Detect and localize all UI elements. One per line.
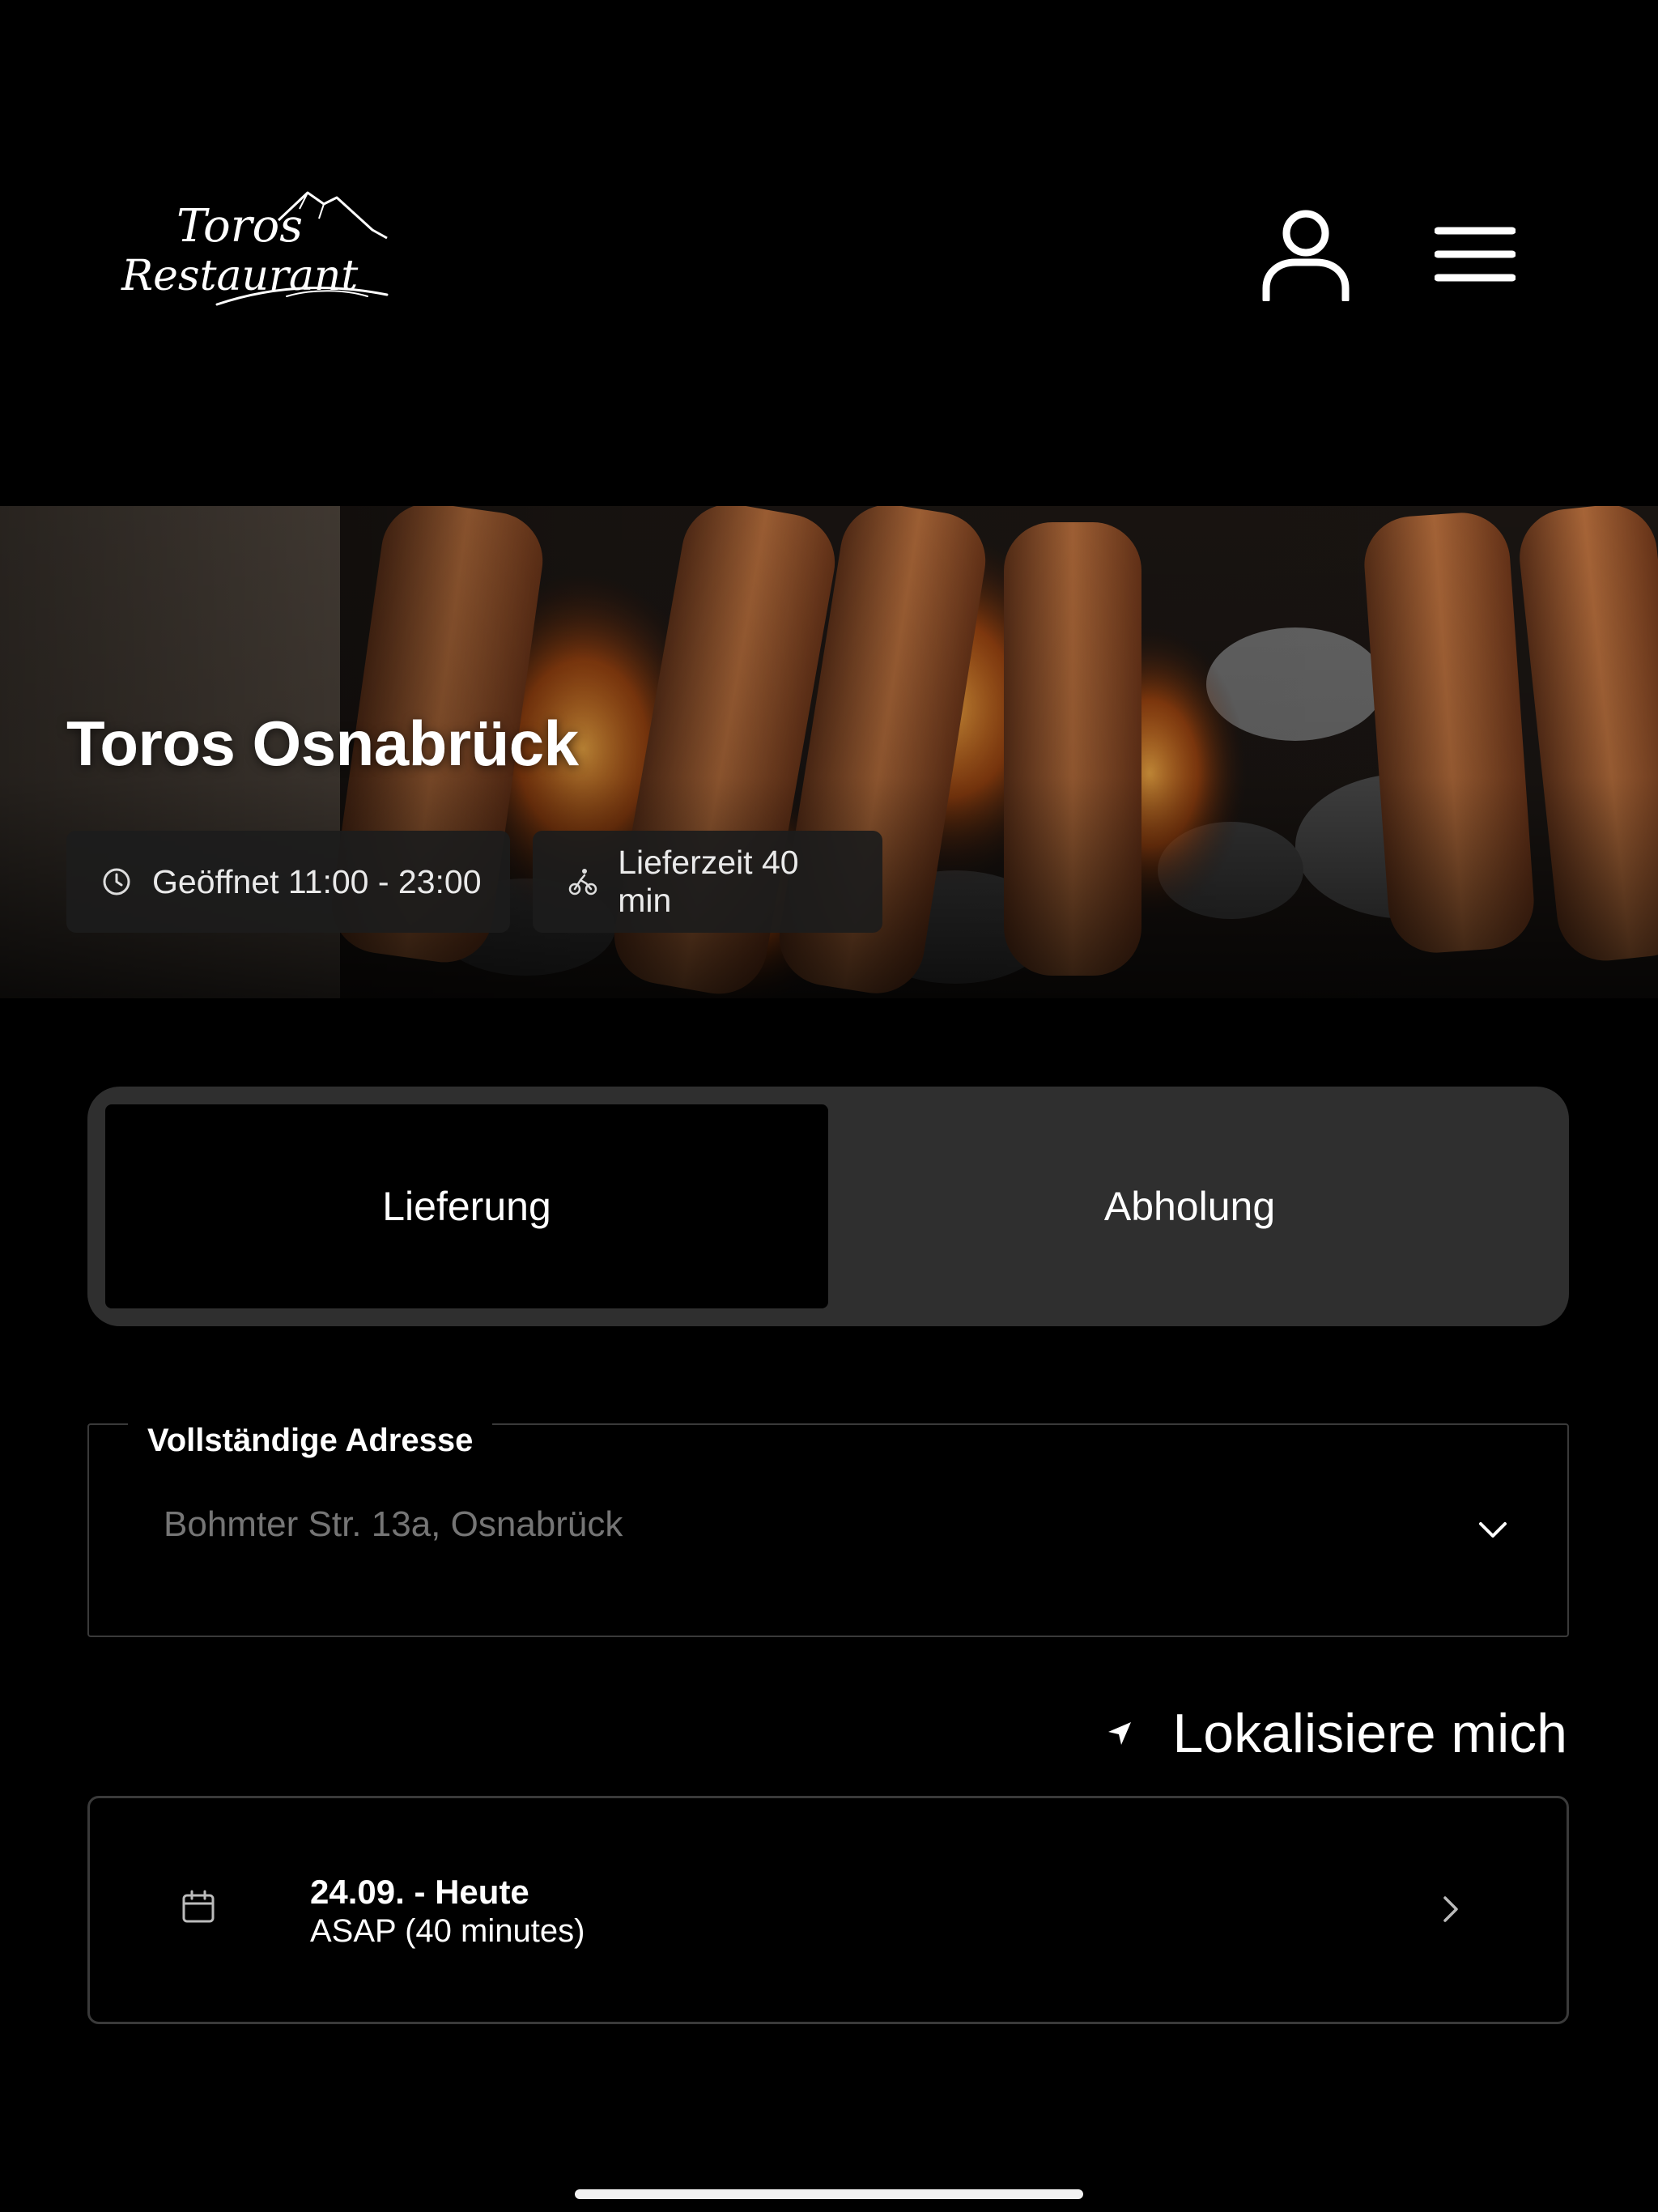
locate-me-label: Lokalisiere mich [1172,1703,1567,1764]
logo-line2: Restaurant [121,252,358,300]
address-label: Vollständige Adresse [128,1417,493,1464]
chevron-down-icon[interactable] [1469,1506,1517,1555]
pickup-option[interactable]: Abholung [828,1104,1551,1308]
delivery-time-text: Lieferzeit 40 min [618,844,799,919]
chevron-right-icon [1431,1889,1471,1929]
opening-hours-chip: Geöffnet 11:00 - 23:00 [66,831,510,933]
restaurant-title: Toros Osnabrück [66,708,579,779]
bicycle-courier-icon [567,866,598,898]
account-button[interactable] [1255,204,1357,306]
menu-button[interactable] [1430,219,1520,290]
delivery-option[interactable]: Lieferung [105,1104,828,1308]
logo-line1: Toros [176,200,303,253]
locate-me-button[interactable]: Lokalisiere mich [1099,1697,1567,1770]
opening-hours-text: Geöffnet 11:00 - 23:00 [152,862,482,900]
hamburger-menu-icon [1435,227,1516,282]
clock-icon [100,866,133,898]
restaurant-logo[interactable]: Toros Restaurant [120,191,389,321]
user-icon [1262,210,1350,301]
delivery-time-chip: Lieferzeit 40 min [533,831,882,933]
address-field[interactable]: Vollständige Adresse [87,1417,1569,1637]
calendar-icon [181,1889,221,1929]
home-indicator[interactable] [575,2189,1083,2199]
schedule-date: 24.09. - Heute [310,1873,529,1911]
app-header: Toros Restaurant [0,0,1658,506]
schedule-time: ASAP (40 minutes) [310,1913,585,1949]
delivery-schedule-card[interactable]: 24.09. - Heute ASAP (40 minutes) [87,1796,1569,2024]
order-mode-toggle: Lieferung Abholung [87,1087,1569,1326]
location-arrow-icon [1099,1713,1140,1754]
address-input[interactable] [164,1504,1378,1545]
